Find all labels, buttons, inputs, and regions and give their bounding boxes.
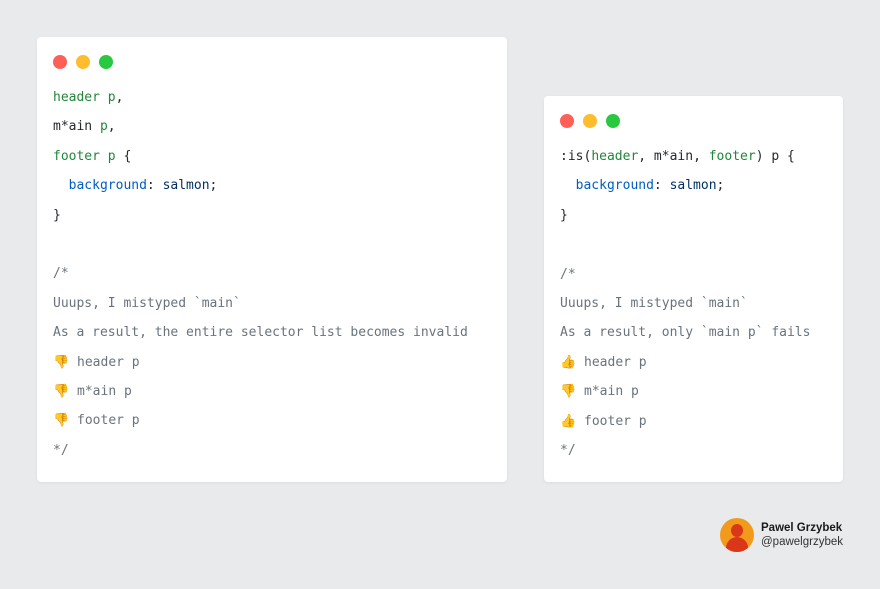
code-token: /*: [53, 266, 69, 282]
code-line: 👎 m*ain p: [560, 382, 810, 411]
code-line: }: [53, 206, 468, 235]
code-token: Uuups, I mistyped `main`: [560, 295, 748, 311]
code-token: As a result, the entire selector list be…: [53, 325, 468, 341]
thumb-icon: 👍: [560, 413, 577, 429]
window-controls: [560, 114, 629, 128]
code-line: 👍 header p: [560, 353, 810, 382]
code-line: Uuups, I mistyped `main`: [560, 294, 810, 323]
thumb-icon: 👎: [53, 354, 70, 370]
code-line: As a result, only `main p` fails: [560, 323, 810, 352]
thumb-icon: 👎: [53, 413, 70, 429]
code-token: */: [53, 442, 69, 458]
code-line: As a result, the entire selector list be…: [53, 323, 468, 352]
code-token: , m*ain,: [638, 149, 709, 164]
thumb-icon: 👎: [560, 384, 577, 400]
code-token: background: [53, 178, 147, 194]
code-block: header p, m*ain p, footer p { background: …: [53, 88, 468, 470]
avatar: [720, 518, 754, 552]
window-controls: [53, 55, 122, 69]
code-token: header p: [53, 90, 116, 105]
code-token: footer p: [576, 413, 647, 429]
right-code-window: :is(header, m*ain, footer) p { backgroun…: [544, 96, 843, 482]
code-token: p: [99, 119, 108, 135]
code-token: :is(: [560, 149, 592, 164]
code-token: ,: [107, 119, 116, 135]
code-token: ) p {: [755, 149, 795, 164]
thumb-icon: 👎: [53, 383, 70, 399]
code-token: }: [560, 207, 568, 223]
code-line: */: [53, 441, 468, 470]
code-token: header p: [576, 354, 647, 370]
author-name: Pawel Grzybek: [761, 522, 843, 534]
code-token: footer: [708, 149, 756, 164]
code-line: background: salmon;: [53, 176, 468, 205]
maximize-dot-icon: [606, 114, 620, 128]
code-line: }: [560, 206, 810, 235]
code-token: ;: [716, 178, 725, 194]
code-token: footer p: [69, 413, 140, 429]
code-token: ;: [209, 178, 218, 194]
code-token: header p: [69, 354, 140, 370]
code-token: m*ain: [53, 119, 100, 135]
code-token: :: [653, 178, 670, 194]
code-line: background: salmon;: [560, 176, 810, 205]
code-token: salmon: [669, 178, 717, 194]
code-line: :is(header, m*ain, footer) p {: [560, 147, 810, 176]
code-line: 👎 m*ain p: [53, 382, 468, 411]
code-line: /*: [560, 265, 810, 294]
code-line: */: [560, 441, 810, 470]
code-token: /*: [560, 266, 576, 282]
author-handle: @pawelgrzybek: [761, 536, 843, 548]
code-token: :: [146, 178, 163, 194]
code-line: footer p {: [53, 147, 468, 176]
close-dot-icon: [560, 114, 574, 128]
code-line: header p,: [53, 88, 468, 117]
thumb-icon: 👍: [560, 354, 577, 370]
code-token: Uuups, I mistyped `main`: [53, 295, 241, 311]
code-line: Uuups, I mistyped `main`: [53, 294, 468, 323]
code-token: footer p: [53, 148, 116, 164]
minimize-dot-icon: [76, 55, 90, 69]
code-line: 👎 footer p: [53, 411, 468, 440]
code-token: {: [115, 148, 132, 164]
code-token: salmon: [162, 178, 210, 194]
code-block: :is(header, m*ain, footer) p { backgroun…: [560, 147, 810, 470]
code-token: */: [560, 442, 576, 458]
close-dot-icon: [53, 55, 67, 69]
minimize-dot-icon: [583, 114, 597, 128]
author-badge: Pawel Grzybek @pawelgrzybek: [720, 518, 843, 552]
code-line: 👎 header p: [53, 353, 468, 382]
code-token: ,: [115, 90, 124, 105]
code-token: As a result, only `main p` fails: [560, 325, 811, 341]
code-token: header: [591, 149, 639, 164]
left-code-window: header p, m*ain p, footer p { background: …: [37, 37, 507, 482]
code-line: /*: [53, 264, 468, 293]
code-token: background: [560, 178, 654, 194]
code-token: }: [53, 207, 61, 223]
code-line: m*ain p,: [53, 117, 468, 146]
code-line: 👍 footer p: [560, 412, 810, 441]
code-token: m*ain p: [69, 383, 132, 399]
code-token: m*ain p: [576, 384, 639, 400]
maximize-dot-icon: [99, 55, 113, 69]
